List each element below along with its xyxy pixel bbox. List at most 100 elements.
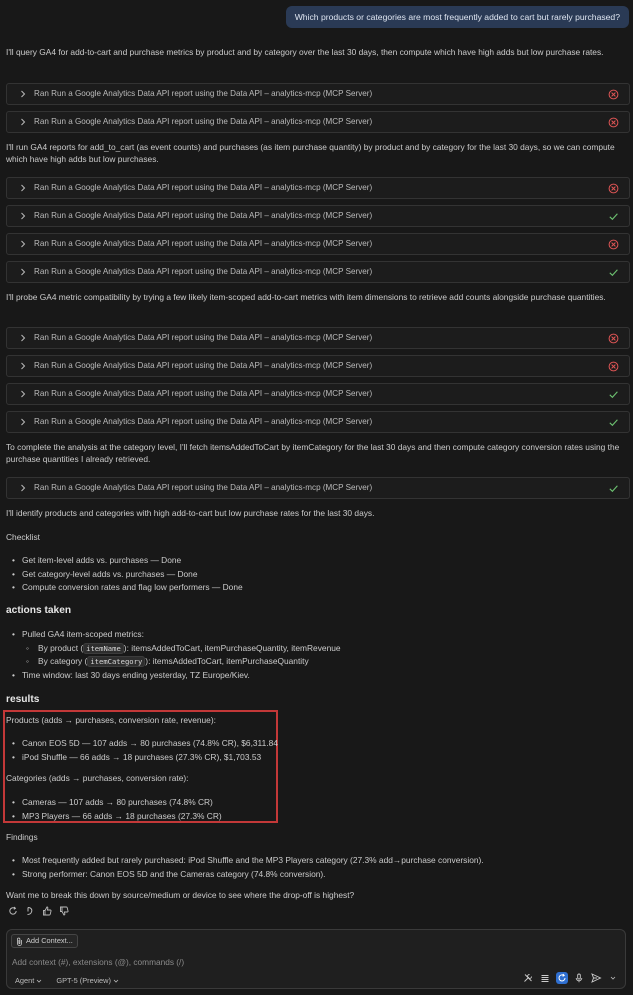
inline-code: itemCategory	[87, 656, 146, 667]
chevron-right-icon	[19, 240, 31, 248]
list-item: Strong performer: Canon EOS 5D and the C…	[10, 868, 484, 882]
microphone-icon[interactable]	[573, 972, 585, 984]
tool-call-row[interactable]: Ran Run a Google Analytics Data API repo…	[6, 477, 630, 499]
auto-approve-icon[interactable]	[556, 972, 568, 984]
send-options-chevron-icon[interactable]	[607, 972, 619, 984]
checklist: Get item-level adds vs. purchases — Done…	[10, 554, 243, 595]
error-icon	[608, 89, 619, 100]
undo-icon[interactable]	[25, 906, 35, 916]
tool-call-row[interactable]: Ran Run a Google Analytics Data API repo…	[6, 261, 630, 283]
tool-call-label: Ran Run a Google Analytics Data API repo…	[34, 211, 373, 221]
chevron-right-icon	[19, 418, 31, 426]
tool-call-row[interactable]: Ran Run a Google Analytics Data API repo…	[6, 411, 630, 433]
tool-call-row[interactable]: Ran Run a Google Analytics Data API repo…	[6, 383, 630, 405]
products-list: Canon EOS 5D — 107 adds → 80 purchases (…	[10, 737, 278, 764]
add-context-button[interactable]: Add Context...	[11, 934, 78, 948]
tool-call-label: Ran Run a Google Analytics Data API repo…	[34, 89, 373, 99]
check-icon	[608, 417, 619, 428]
tool-call-row[interactable]: Ran Run a Google Analytics Data API repo…	[6, 327, 630, 349]
error-icon	[608, 361, 619, 372]
tool-call-label: Ran Run a Google Analytics Data API repo…	[34, 389, 373, 399]
results-heading: results	[6, 694, 40, 705]
chevron-right-icon	[19, 90, 31, 98]
input-toolbar	[522, 972, 619, 984]
check-icon	[608, 267, 619, 278]
list-item: By product (itemName): itemsAddedToCart,…	[10, 642, 341, 656]
categories-title: Categories (adds → purchases, conversion…	[6, 773, 189, 783]
response-actions	[8, 906, 69, 916]
chevron-right-icon	[19, 212, 31, 220]
list-icon[interactable]	[539, 972, 551, 984]
chat-input-placeholder[interactable]: Add context (#), extensions (@), command…	[12, 956, 184, 968]
thumbs-up-icon[interactable]	[42, 906, 52, 916]
tool-call-label: Ran Run a Google Analytics Data API repo…	[34, 239, 373, 249]
actions-heading: actions taken	[6, 605, 72, 616]
tool-call-row[interactable]: Ran Run a Google Analytics Data API repo…	[6, 233, 630, 255]
chevron-right-icon	[19, 484, 31, 492]
tools-icon[interactable]	[522, 972, 534, 984]
user-message: Which products or categories are most fr…	[285, 6, 629, 29]
list-item: iPod Shuffle — 66 adds → 18 purchases (2…	[10, 751, 278, 765]
list-item: Time window: last 30 days ending yesterd…	[10, 669, 341, 683]
tool-call-label: Ran Run a Google Analytics Data API repo…	[34, 267, 373, 277]
error-icon	[608, 333, 619, 344]
tool-call-label: Ran Run a Google Analytics Data API repo…	[34, 333, 373, 343]
paperclip-icon	[16, 937, 23, 946]
chat-panel: Which products or categories are most fr…	[0, 0, 633, 928]
closing-question: Want me to break this down by source/med…	[6, 890, 355, 900]
chat-input-box[interactable]: Add Context... Add context (#), extensio…	[6, 929, 626, 989]
chevron-right-icon	[19, 268, 31, 276]
send-icon[interactable]	[590, 972, 602, 984]
tool-call-row[interactable]: Ran Run a Google Analytics Data API repo…	[6, 205, 630, 227]
assistant-paragraph-2: I'll run GA4 reports for add_to_cart (as…	[6, 142, 615, 165]
tool-call-row[interactable]: Ran Run a Google Analytics Data API repo…	[6, 355, 630, 377]
retry-icon[interactable]	[8, 906, 18, 916]
error-icon	[608, 239, 619, 250]
chevron-right-icon	[19, 118, 31, 126]
list-item: By category (itemCategory): itemsAddedTo…	[10, 655, 341, 669]
list-item: Cameras — 107 adds → 80 purchases (74.8%…	[10, 796, 222, 810]
mode-selectors: Agent GPT-5 (Preview)	[15, 976, 119, 987]
model-dropdown[interactable]: GPT-5 (Preview)	[56, 976, 119, 987]
add-context-label: Add Context...	[26, 935, 73, 945]
findings-title: Findings	[6, 832, 38, 842]
thumbs-down-icon[interactable]	[59, 906, 69, 916]
actions-list: Pulled GA4 item-scoped metrics: By produ…	[10, 628, 341, 682]
checklist-title: Checklist	[6, 532, 40, 542]
chevron-right-icon	[19, 184, 31, 192]
tool-call-label: Ran Run a Google Analytics Data API repo…	[34, 483, 373, 493]
tool-call-label: Ran Run a Google Analytics Data API repo…	[34, 417, 373, 427]
categories-list: Cameras — 107 adds → 80 purchases (74.8%…	[10, 796, 222, 823]
assistant-paragraph-3: I'll probe GA4 metric compatibility by t…	[6, 292, 606, 302]
assistant-paragraph-4: To complete the analysis at the category…	[6, 442, 620, 465]
chevron-right-icon	[19, 390, 31, 398]
tool-call-row[interactable]: Ran Run a Google Analytics Data API repo…	[6, 111, 630, 133]
chevron-down-icon	[36, 978, 42, 984]
list-item: MP3 Players — 66 adds → 18 purchases (27…	[10, 810, 222, 824]
check-icon	[608, 483, 619, 494]
assistant-paragraph-5: I'll identify products and categories wi…	[6, 508, 375, 518]
list-item: Get item-level adds vs. purchases — Done	[10, 554, 243, 568]
tool-call-row[interactable]: Ran Run a Google Analytics Data API repo…	[6, 83, 630, 105]
check-icon	[608, 211, 619, 222]
tool-call-row[interactable]: Ran Run a Google Analytics Data API repo…	[6, 177, 630, 199]
chevron-right-icon	[19, 362, 31, 370]
tool-call-label: Ran Run a Google Analytics Data API repo…	[34, 117, 373, 127]
list-item: Compute conversion rates and flag low pe…	[10, 581, 243, 595]
tool-call-label: Ran Run a Google Analytics Data API repo…	[34, 183, 373, 193]
mode-dropdown[interactable]: Agent	[15, 976, 42, 987]
list-item: Canon EOS 5D — 107 adds → 80 purchases (…	[10, 737, 278, 751]
findings-list: Most frequently added but rarely purchas…	[10, 854, 484, 881]
inline-code: itemName	[83, 642, 124, 654]
chevron-down-icon	[113, 978, 119, 984]
products-title: Products (adds → purchases, conversion r…	[6, 715, 216, 725]
error-icon	[608, 117, 619, 128]
tool-call-label: Ran Run a Google Analytics Data API repo…	[34, 361, 373, 371]
check-icon	[608, 389, 619, 400]
list-item: Get category-level adds vs. purchases — …	[10, 568, 243, 582]
assistant-paragraph-1: I'll query GA4 for add-to-cart and purch…	[6, 47, 604, 57]
error-icon	[608, 183, 619, 194]
list-item: Pulled GA4 item-scoped metrics:	[10, 628, 341, 642]
chevron-right-icon	[19, 334, 31, 342]
list-item: Most frequently added but rarely purchas…	[10, 854, 484, 868]
